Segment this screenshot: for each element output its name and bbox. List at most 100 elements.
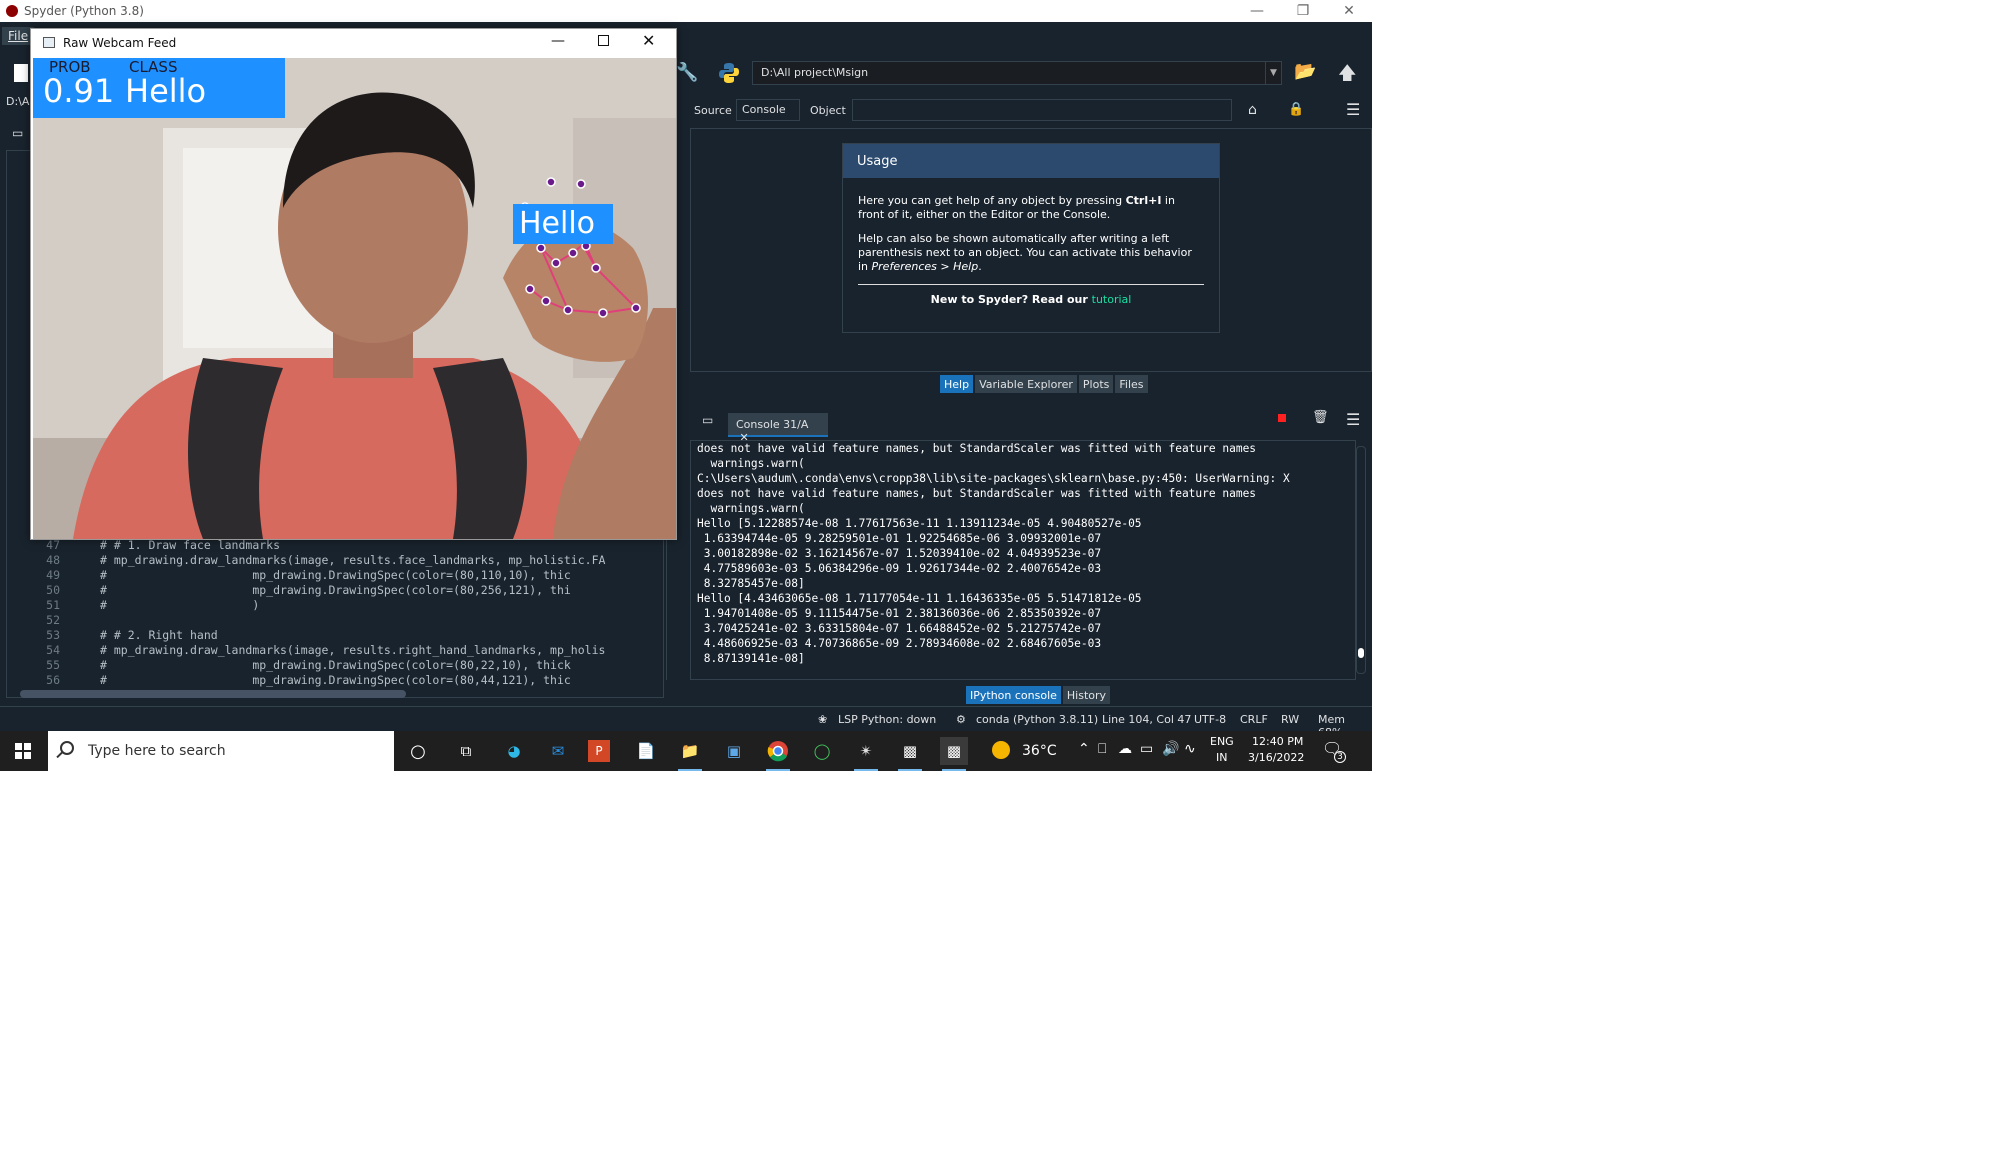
- webcam-window[interactable]: Raw Webcam Feed — ✕ PROB CLASS 0.91 Hell…: [30, 28, 677, 540]
- powerpoint-icon[interactable]: P: [588, 740, 610, 762]
- meet-now-icon[interactable]: ⎕: [1098, 741, 1106, 757]
- file-permissions: RW: [1281, 713, 1300, 726]
- chevron-down-icon[interactable]: ▼: [1265, 62, 1281, 84]
- wrench-icon[interactable]: 🔧: [676, 62, 698, 83]
- editor-vertical-scrollbar[interactable]: [666, 530, 674, 680]
- onedrive-icon[interactable]: ☁: [1118, 741, 1132, 757]
- code-line[interactable]: 52: [30, 613, 650, 628]
- help-object-label: Object: [810, 104, 846, 117]
- volume-icon[interactable]: 🔊: [1162, 741, 1179, 757]
- app-window-icon: [43, 37, 55, 48]
- close-button[interactable]: ✕: [1326, 0, 1372, 22]
- usage-p2-text-end: .: [978, 260, 982, 273]
- tab-variable-explorer[interactable]: Variable Explorer: [975, 375, 1077, 393]
- help-source-combo[interactable]: Console: [736, 99, 800, 121]
- code-line[interactable]: 49 # mp_drawing.DrawingSpec(color=(80,110…: [30, 568, 650, 583]
- weather-icon[interactable]: [992, 741, 1010, 759]
- usage-footer-text: New to Spyder? Read our: [930, 293, 1092, 306]
- console-vertical-scrollbar[interactable]: [1356, 446, 1366, 674]
- taskbar-search-box[interactable]: Type here to search: [48, 731, 394, 771]
- tab-files[interactable]: Files: [1115, 375, 1148, 393]
- language-code[interactable]: ENG: [1210, 735, 1234, 748]
- language-region[interactable]: IN: [1216, 751, 1227, 764]
- tab-history[interactable]: History: [1062, 686, 1111, 704]
- code-text: # mp_drawing.DrawingSpec(color=(80,22,10…: [100, 658, 571, 672]
- spyder-taskbar-icon[interactable]: ✴: [852, 737, 880, 771]
- working-directory-combo[interactable]: D:\All project\Msign ▼: [752, 61, 1282, 85]
- anaconda-icon[interactable]: ◯: [808, 737, 836, 765]
- tab-help[interactable]: Help: [940, 375, 974, 393]
- python-icon[interactable]: [718, 62, 740, 84]
- chevron-up-icon[interactable]: ⌃: [1078, 741, 1090, 757]
- edge-icon[interactable]: ◕: [500, 737, 528, 765]
- battery-icon[interactable]: ▭: [1140, 741, 1153, 757]
- clock-date[interactable]: 3/16/2022: [1248, 751, 1304, 764]
- tab-browse-icon[interactable]: ▭: [702, 413, 713, 427]
- code-line[interactable]: 56 # mp_drawing.DrawingSpec(color=(80,44,…: [30, 673, 650, 688]
- usage-paragraph-2: Help can also be shown automatically aft…: [858, 232, 1204, 274]
- code-line[interactable]: 48 # mp_drawing.draw_landmarks(image, res…: [30, 553, 650, 568]
- usage-p2-pref: Preferences > Help: [871, 260, 979, 273]
- folder-open-icon[interactable]: 📂: [1294, 61, 1316, 83]
- chrome-icon[interactable]: [764, 737, 792, 771]
- code-line[interactable]: 51 # ): [30, 598, 650, 613]
- line-number: 54: [46, 643, 60, 657]
- class-value: Hello: [125, 72, 207, 110]
- home-icon[interactable]: ⌂: [1248, 102, 1257, 118]
- new-file-icon[interactable]: [14, 64, 28, 82]
- start-button[interactable]: [0, 731, 46, 771]
- search-icon: [60, 741, 74, 755]
- temperature[interactable]: 36°C: [1022, 743, 1057, 759]
- arrow-up-icon[interactable]: 🡅: [1338, 61, 1360, 84]
- code-text: # mp_drawing.draw_landmarks(image, resul…: [100, 553, 606, 567]
- usage-body: Here you can get help of any object by p…: [843, 178, 1219, 307]
- code-line[interactable]: 50 # mp_drawing.DrawingSpec(color=(80,256…: [30, 583, 650, 598]
- lock-icon[interactable]: 🔒: [1288, 102, 1304, 117]
- trash-icon[interactable]: 🗑: [1312, 410, 1329, 425]
- stop-icon[interactable]: [1278, 414, 1286, 422]
- file-explorer-icon[interactable]: 📁: [676, 737, 704, 771]
- webcam-titlebar[interactable]: Raw Webcam Feed — ✕: [31, 29, 676, 57]
- line-endings: CRLF: [1240, 713, 1268, 726]
- store-icon[interactable]: ▣: [720, 737, 748, 765]
- console-output[interactable]: does not have valid feature names, but S…: [690, 440, 1356, 680]
- wifi-icon[interactable]: ∿: [1184, 741, 1196, 757]
- console-scroll-thumb[interactable]: [1358, 648, 1364, 658]
- code-text: # # 2. Right hand: [100, 628, 218, 642]
- maximize-button[interactable]: [598, 35, 609, 46]
- code-line[interactable]: 54 # mp_drawing.draw_landmarks(image, res…: [30, 643, 650, 658]
- help-object-input[interactable]: [852, 99, 1232, 121]
- tutorial-link[interactable]: tutorial: [1092, 293, 1132, 306]
- cortana-icon[interactable]: ○: [404, 737, 432, 765]
- help-source-label: Source: [694, 104, 732, 117]
- close-button[interactable]: ✕: [642, 31, 655, 50]
- code-text: # mp_drawing.draw_landmarks(image, resul…: [100, 643, 606, 657]
- windows-taskbar: Type here to search ○ ⧉ ◕ ✉ P 📄 📁 ▣ ◯ ✴ …: [0, 731, 1372, 771]
- hand-gesture-label: Hello: [519, 206, 596, 241]
- webcam-window-taskbar-icon[interactable]: ▩: [940, 737, 968, 771]
- hamburger-menu-icon[interactable]: ☰: [1346, 100, 1360, 119]
- restore-button[interactable]: ❐: [1280, 0, 1326, 22]
- code-line[interactable]: 47 # # 1. Draw face landmarks: [30, 538, 650, 553]
- usage-p1-key: Ctrl+I: [1125, 194, 1162, 207]
- python-window-icon[interactable]: ▩: [896, 737, 924, 771]
- clock-time[interactable]: 12:40 PM: [1252, 735, 1303, 748]
- minimize-button[interactable]: —: [551, 33, 565, 49]
- line-number: 51: [46, 598, 60, 612]
- hamburger-menu-icon[interactable]: ☰: [1346, 410, 1360, 429]
- minimize-button[interactable]: —: [1234, 0, 1280, 22]
- code-text: # ): [100, 598, 260, 612]
- notepad-icon[interactable]: 📄: [632, 737, 660, 765]
- tab-browse-icon[interactable]: ▭: [12, 126, 23, 140]
- tab-ipython-console[interactable]: IPython console: [966, 686, 1061, 704]
- mail-icon[interactable]: ✉: [544, 737, 572, 765]
- code-text: # mp_drawing.DrawingSpec(color=(80,44,12…: [100, 673, 571, 687]
- task-view-icon[interactable]: ⧉: [452, 737, 480, 765]
- editor-horizontal-scrollbar[interactable]: [20, 690, 406, 698]
- tab-plots[interactable]: Plots: [1078, 375, 1114, 393]
- code-line[interactable]: 55 # mp_drawing.DrawingSpec(color=(80,22,…: [30, 658, 650, 673]
- console-tab[interactable]: Console 31/A ✕: [728, 413, 828, 444]
- editor-code-lines: 47 # # 1. Draw face landmarks 48 # mp_drawi…: [30, 538, 650, 690]
- code-line[interactable]: 53 # # 2. Right hand: [30, 628, 650, 643]
- usage-footer: New to Spyder? Read our tutorial: [858, 293, 1204, 307]
